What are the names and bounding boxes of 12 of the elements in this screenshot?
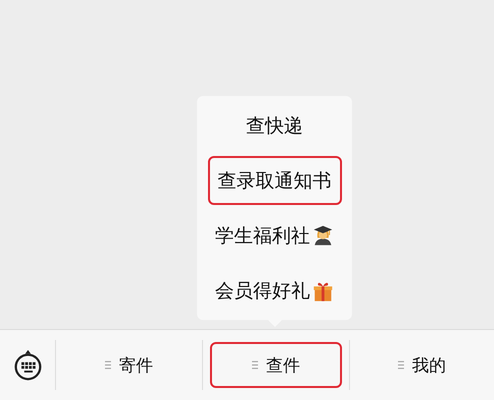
submenu-item[interactable]: 查快递 [236, 101, 313, 150]
student-icon [312, 224, 334, 246]
menu-tab[interactable]: 我的 [356, 342, 488, 388]
menu-icon [252, 361, 258, 369]
submenu-item[interactable]: 学生福利社 [205, 211, 344, 260]
submenu-item[interactable]: 查录取通知书 [208, 156, 342, 205]
menu-icon [398, 361, 404, 369]
menu-tab[interactable]: 寄件 [63, 342, 195, 388]
menu-icon [105, 361, 111, 369]
submenu-item[interactable]: 会员得好礼 [205, 266, 344, 315]
menu-tab[interactable]: 查件 [210, 342, 342, 388]
keyboard-icon[interactable] [12, 348, 42, 382]
